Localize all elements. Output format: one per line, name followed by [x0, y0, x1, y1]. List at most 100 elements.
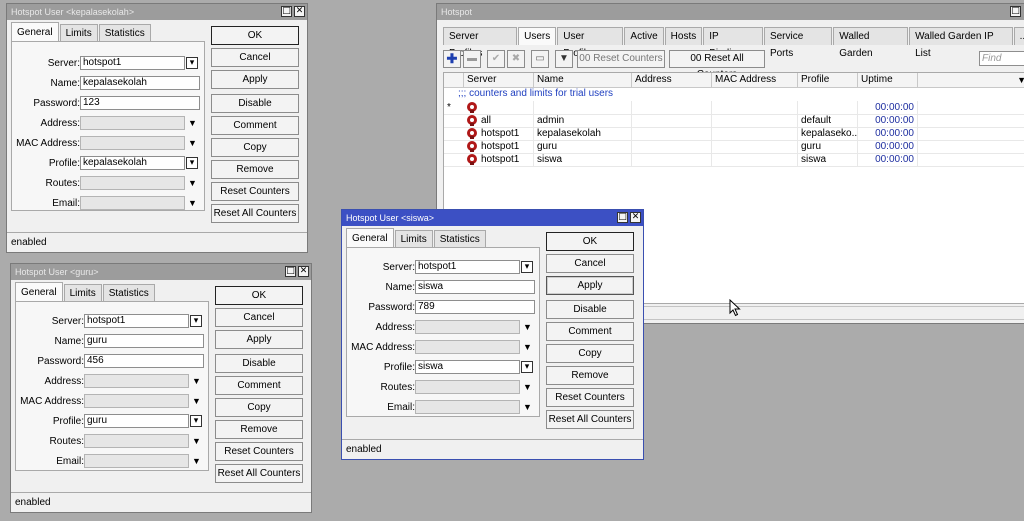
tab-server-profiles[interactable]: Server Profiles: [443, 27, 518, 59]
tab-general[interactable]: General: [346, 228, 394, 248]
dropdown-icon[interactable]: ▾: [186, 57, 198, 69]
dropdown-icon[interactable]: ▾: [186, 157, 198, 169]
comment-button[interactable]: Comment: [546, 322, 634, 341]
dropdown-arrow-icon[interactable]: ▼: [192, 396, 201, 406]
routes-input[interactable]: [84, 434, 189, 448]
header-uptime[interactable]: Uptime: [858, 73, 918, 87]
cancel-button[interactable]: Cancel: [546, 254, 634, 273]
dropdown-icon[interactable]: ▾: [521, 261, 533, 273]
tab-general[interactable]: General: [15, 282, 63, 302]
ok-button[interactable]: OK: [546, 232, 634, 251]
dropdown-arrow-icon[interactable]: ▼: [523, 322, 532, 332]
disable-button[interactable]: Disable: [211, 94, 299, 113]
cancel-button[interactable]: Cancel: [215, 308, 303, 327]
header-name[interactable]: Name: [534, 73, 632, 87]
enable-icon[interactable]: ✔: [487, 50, 505, 68]
dropdown-arrow-icon[interactable]: ▼: [188, 198, 197, 208]
cancel-button[interactable]: Cancel: [211, 48, 299, 67]
email-input[interactable]: [84, 454, 189, 468]
server-select[interactable]: hotspot1: [415, 260, 520, 274]
dropdown-arrow-icon[interactable]: ▼: [188, 178, 197, 188]
disable-button[interactable]: Disable: [546, 300, 634, 319]
remove-button[interactable]: Remove: [211, 160, 299, 179]
password-input[interactable]: 123: [80, 96, 200, 110]
close-icon[interactable]: ✕: [630, 212, 641, 223]
dropdown-icon[interactable]: ▾: [190, 315, 202, 327]
reset-all-counters-button[interactable]: 00 Reset All Counters: [669, 50, 765, 80]
header-address[interactable]: Address: [632, 73, 712, 87]
tab-walled-garden[interactable]: Walled Garden: [833, 27, 909, 59]
column-menu-icon[interactable]: ▼: [1017, 73, 1024, 87]
tab-service-ports[interactable]: Service Ports: [763, 27, 833, 59]
password-input[interactable]: 456: [84, 354, 204, 368]
server-select[interactable]: hotspot1: [84, 314, 189, 328]
reset-all-counters-button[interactable]: Reset All Counters: [215, 464, 303, 483]
table-row[interactable]: hotspot1 kepalasekolah kepalaseko... 00:…: [444, 127, 1024, 141]
dropdown-arrow-icon[interactable]: ▼: [192, 436, 201, 446]
address-input[interactable]: [84, 374, 189, 388]
maximize-icon[interactable]: □: [1010, 6, 1021, 17]
disable-button[interactable]: Disable: [215, 354, 303, 373]
dialog-titlebar[interactable]: Hotspot User <siswa> □ ✕: [342, 210, 643, 226]
table-row[interactable]: * 00:00:00: [444, 101, 1024, 115]
tab-limits[interactable]: Limits: [63, 284, 102, 302]
dropdown-arrow-icon[interactable]: ▼: [523, 382, 532, 392]
apply-button[interactable]: Apply: [546, 276, 634, 295]
profile-select[interactable]: guru: [84, 414, 189, 428]
maximize-icon[interactable]: □: [617, 212, 628, 223]
reset-counters-button[interactable]: Reset Counters: [211, 182, 299, 201]
mac-address-input[interactable]: [84, 394, 189, 408]
find-input[interactable]: Find: [979, 51, 1024, 66]
header-profile[interactable]: Profile: [798, 73, 858, 87]
tab-statistics[interactable]: Statistics: [433, 230, 486, 248]
mac-address-input[interactable]: [80, 136, 185, 150]
profile-select[interactable]: kepalasekolah: [80, 156, 185, 170]
dropdown-icon[interactable]: ▾: [190, 415, 202, 427]
filter-icon[interactable]: ▼: [555, 50, 573, 68]
reset-counters-button[interactable]: Reset Counters: [215, 442, 303, 461]
maximize-icon[interactable]: □: [281, 6, 292, 17]
email-input[interactable]: [80, 196, 185, 210]
email-input[interactable]: [415, 400, 520, 414]
dialog-titlebar[interactable]: Hotspot User <guru> □ ✕: [11, 264, 311, 280]
apply-button[interactable]: Apply: [211, 70, 299, 89]
header-mac-address[interactable]: MAC Address: [712, 73, 798, 87]
address-input[interactable]: [80, 116, 185, 130]
remove-button[interactable]: Remove: [546, 366, 634, 385]
hotspot-titlebar[interactable]: Hotspot □: [437, 4, 1024, 20]
tab-more[interactable]: ...: [1013, 27, 1024, 45]
profile-select[interactable]: siswa: [415, 360, 520, 374]
table-row[interactable]: all admin default 00:00:00: [444, 114, 1024, 128]
remove-icon[interactable]: ▬: [463, 50, 481, 68]
copy-button[interactable]: Copy: [211, 138, 299, 157]
tab-hosts[interactable]: Hosts: [664, 27, 703, 45]
routes-input[interactable]: [80, 176, 185, 190]
name-input[interactable]: siswa: [415, 280, 535, 294]
dropdown-arrow-icon[interactable]: ▼: [523, 342, 532, 352]
maximize-icon[interactable]: □: [285, 266, 296, 277]
apply-button[interactable]: Apply: [215, 330, 303, 349]
dropdown-arrow-icon[interactable]: ▼: [188, 138, 197, 148]
tab-limits[interactable]: Limits: [59, 24, 98, 42]
dialog-titlebar[interactable]: Hotspot User <kepalasekolah> □ ✕: [7, 4, 307, 20]
comment-icon[interactable]: ▭: [531, 50, 549, 68]
reset-all-counters-button[interactable]: Reset All Counters: [546, 410, 634, 429]
comment-button[interactable]: Comment: [215, 376, 303, 395]
table-row[interactable]: hotspot1 siswa siswa 00:00:00: [444, 153, 1024, 167]
dropdown-arrow-icon[interactable]: ▼: [192, 456, 201, 466]
disable-icon[interactable]: ✖: [507, 50, 525, 68]
tab-limits[interactable]: Limits: [394, 230, 433, 248]
reset-all-counters-button[interactable]: Reset All Counters: [211, 204, 299, 223]
dropdown-arrow-icon[interactable]: ▼: [523, 402, 532, 412]
tab-user-profiles[interactable]: User Profiles: [557, 27, 624, 59]
reset-counters-button[interactable]: 00 Reset Counters: [577, 50, 665, 68]
tab-users[interactable]: Users: [518, 27, 557, 45]
address-input[interactable]: [415, 320, 520, 334]
comment-button[interactable]: Comment: [211, 116, 299, 135]
reset-counters-button[interactable]: Reset Counters: [546, 388, 634, 407]
close-icon[interactable]: ✕: [294, 6, 305, 17]
tab-statistics[interactable]: Statistics: [102, 284, 155, 302]
tab-active[interactable]: Active: [624, 27, 664, 45]
close-icon[interactable]: ✕: [298, 266, 309, 277]
table-row[interactable]: hotspot1 guru guru 00:00:00: [444, 140, 1024, 154]
